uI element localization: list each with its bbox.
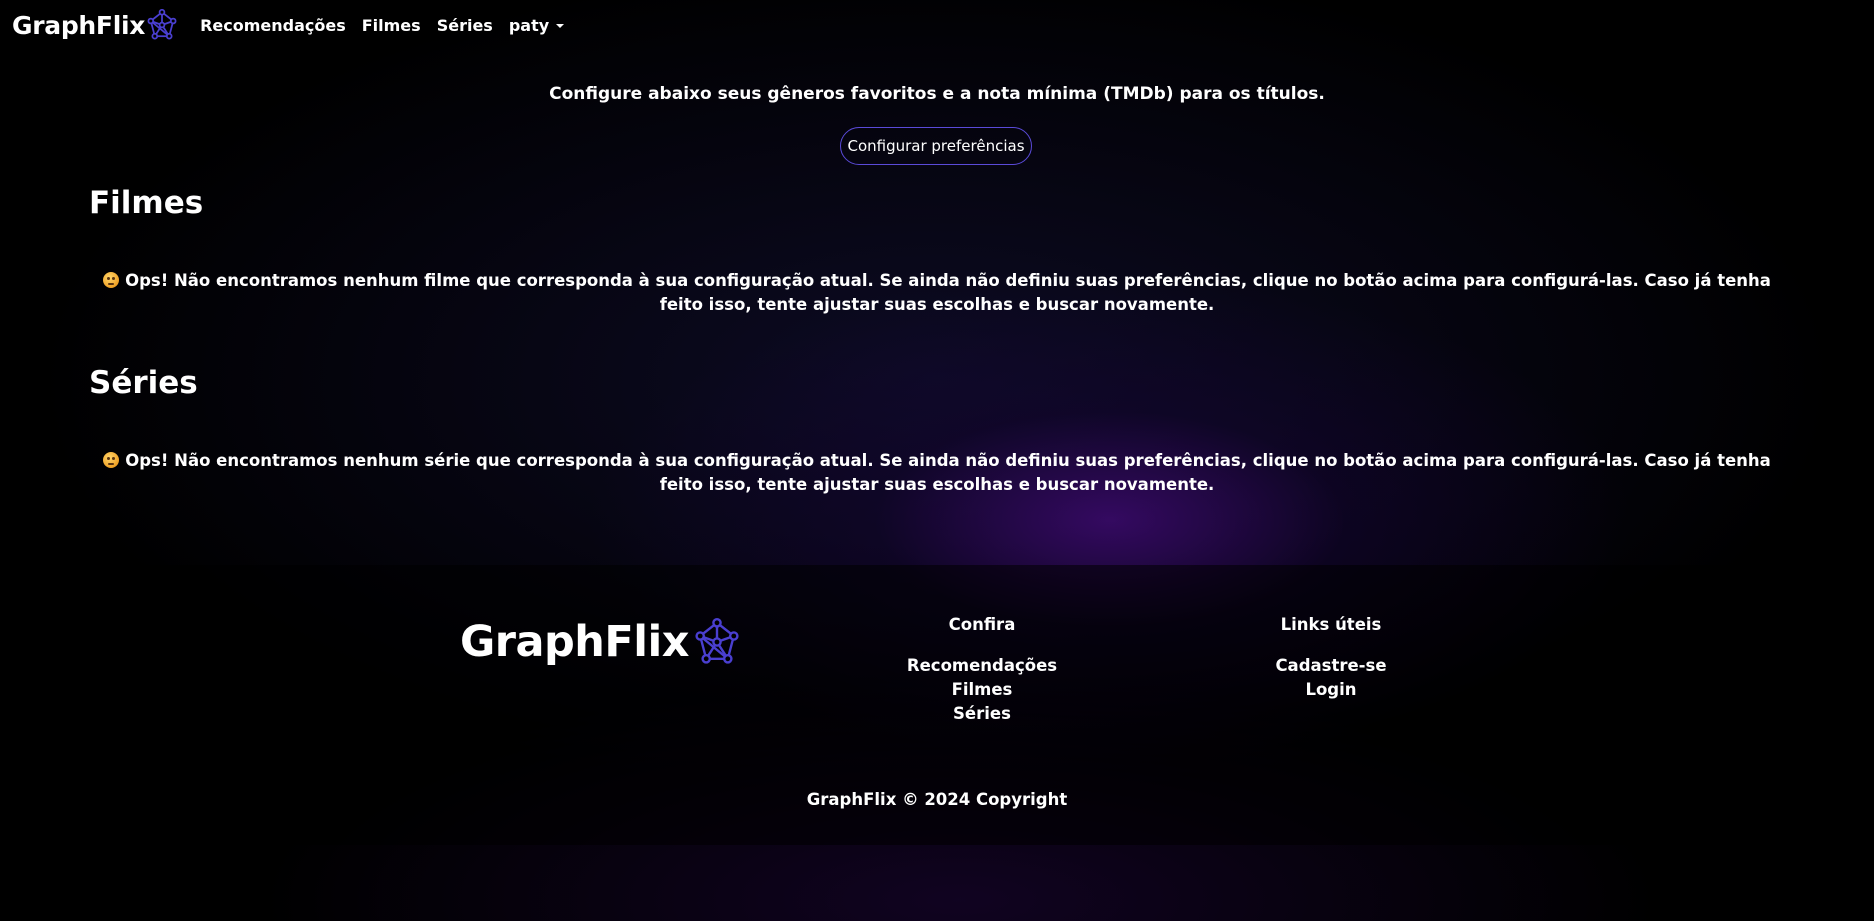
brand-link[interactable]: GraphFlix — [12, 9, 178, 41]
footer-link-signup[interactable]: Cadastre-se — [1221, 654, 1441, 678]
footer-link-movies[interactable]: Filmes — [872, 678, 1092, 702]
series-empty-message: Ops! Não encontramos nenhum série que co… — [80, 449, 1794, 497]
nav-link-recommendations[interactable]: Recomendações — [200, 16, 346, 35]
series-section-title: Séries — [89, 365, 198, 401]
nav-link-series[interactable]: Séries — [437, 16, 493, 35]
footer-column-title: Links úteis — [1280, 615, 1382, 634]
nav-links: Recomendações Filmes Séries paty — [200, 16, 580, 35]
navbar: GraphFlix Recomendações Filmes Séries pa… — [0, 0, 1874, 50]
worried-face-emoji-icon — [103, 452, 120, 468]
footer-link-login[interactable]: Login — [1221, 678, 1441, 702]
footer-brand-name: GraphFlix — [460, 617, 690, 667]
footer-column-useful-links: Links úteis Cadastre-se Login — [1221, 615, 1441, 702]
footer-brand: GraphFlix — [460, 617, 741, 667]
copyright: GraphFlix © 2024 Copyright — [806, 790, 1068, 809]
worried-face-emoji-icon — [103, 272, 120, 288]
user-name: paty — [508, 15, 550, 35]
footer-link-series[interactable]: Séries — [872, 702, 1092, 726]
brand-name: GraphFlix — [12, 10, 146, 40]
page: GraphFlix Recomendações Filmes Séries pa… — [0, 0, 1874, 921]
network-graph-icon — [695, 618, 739, 664]
movies-section-title: Filmes — [89, 185, 204, 221]
preferences-hint: Configure abaixo seus gêneros favoritos … — [549, 84, 1325, 104]
movies-empty-message: Ops! Não encontramos nenhum filme que co… — [80, 269, 1794, 317]
configure-preferences-button[interactable]: Configurar preferências — [840, 127, 1032, 165]
footer-column-title: Confira — [948, 615, 1016, 634]
network-graph-icon — [147, 9, 177, 40]
nav-link-movies[interactable]: Filmes — [362, 16, 421, 35]
footer-column-confira: Confira Recomendações Filmes Séries — [872, 615, 1092, 726]
caret-down-icon — [556, 24, 565, 28]
footer: GraphFlix Confira Recomendações Filmes S… — [0, 565, 1874, 845]
movies-empty-text: Ops! Não encontramos nenhum filme que co… — [125, 271, 1771, 314]
footer-link-recommendations[interactable]: Recomendações — [872, 654, 1092, 678]
series-empty-text: Ops! Não encontramos nenhum série que co… — [125, 451, 1771, 494]
user-dropdown[interactable]: paty — [508, 15, 565, 35]
